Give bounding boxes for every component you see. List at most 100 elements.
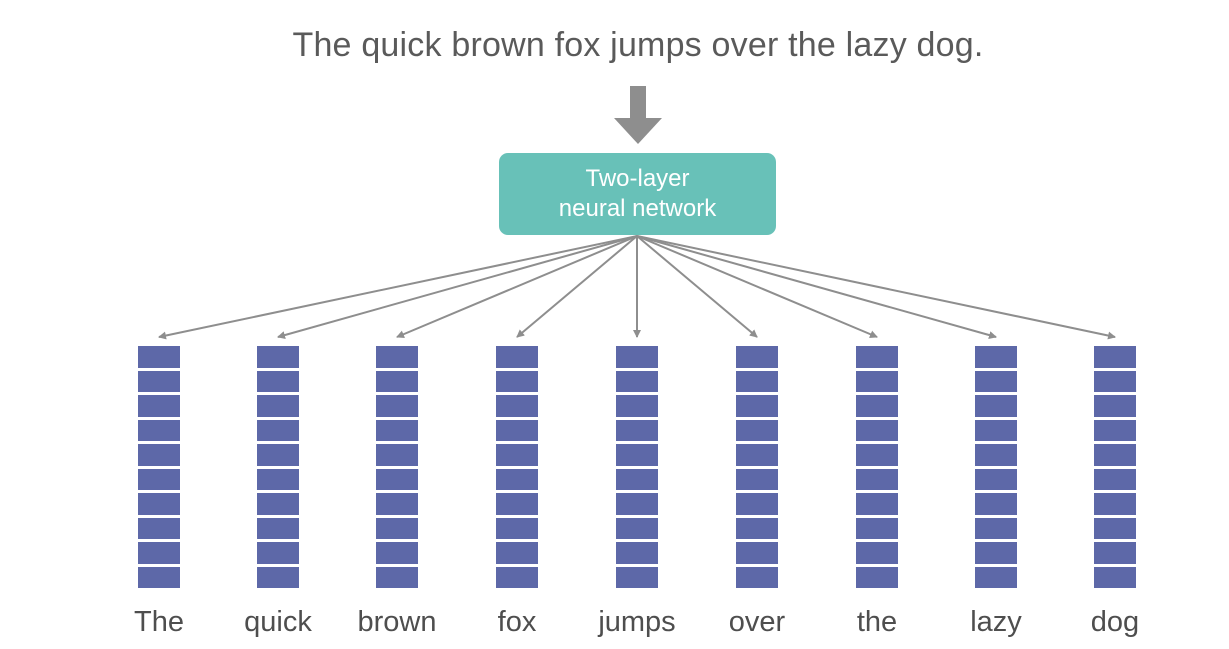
word-vector (138, 346, 180, 591)
vector-cell (496, 370, 538, 392)
vector-cell (376, 566, 418, 588)
vector-cell (975, 542, 1017, 564)
vector-cell (1094, 395, 1136, 417)
vector-cell (975, 566, 1017, 588)
word-vector (736, 346, 778, 591)
vector-cell (856, 444, 898, 466)
word-vector (975, 346, 1017, 591)
vector-cell (257, 444, 299, 466)
vector-cell (856, 517, 898, 539)
vector-cell (496, 542, 538, 564)
vector-cell (975, 468, 1017, 490)
connector-arrow-1 (277, 235, 638, 339)
vector-cell (736, 395, 778, 417)
vector-cell (616, 346, 658, 368)
vector-cell (496, 566, 538, 588)
vector-cell (138, 517, 180, 539)
vector-cell (257, 395, 299, 417)
vector-cell (736, 468, 778, 490)
vector-cell (496, 419, 538, 441)
vector-cell (736, 370, 778, 392)
word-label: over (728, 606, 786, 638)
vector-cell (616, 468, 658, 490)
vector-cell (975, 370, 1017, 392)
vector-cell (856, 395, 898, 417)
vector-cell (975, 395, 1017, 417)
connector-arrow-8 (636, 235, 1116, 340)
vector-cell (616, 370, 658, 392)
vector-cell (616, 419, 658, 441)
vector-cell (138, 395, 180, 417)
vector-cell (856, 542, 898, 564)
vector-cell (856, 468, 898, 490)
vector-cell (257, 493, 299, 515)
vector-cell (616, 493, 658, 515)
vector-cell (1094, 370, 1136, 392)
vector-cell (376, 542, 418, 564)
vector-cell (138, 370, 180, 392)
vector-cell (496, 346, 538, 368)
vector-cell (376, 493, 418, 515)
vector-cell (376, 395, 418, 417)
connector-arrow-7 (636, 235, 997, 339)
vector-cell (138, 493, 180, 515)
vector-cell (736, 493, 778, 515)
vector-cell (1094, 542, 1136, 564)
vector-cell (496, 395, 538, 417)
vector-cell (1094, 419, 1136, 441)
vector-cell (1094, 346, 1136, 368)
vector-cell (1094, 566, 1136, 588)
vector-cell (376, 346, 418, 368)
vector-cell (138, 346, 180, 368)
connector-arrow-6 (636, 235, 878, 338)
connector-arrow-2 (396, 235, 638, 338)
vector-cell (138, 468, 180, 490)
word-label: jumps (598, 606, 676, 638)
vector-cell (376, 517, 418, 539)
vector-cell (1094, 468, 1136, 490)
vector-cell (257, 566, 299, 588)
vector-cell (376, 444, 418, 466)
vector-cell (257, 370, 299, 392)
vector-cell (856, 419, 898, 441)
vector-cell (616, 517, 658, 539)
word-vector (376, 346, 418, 591)
vector-cell (736, 566, 778, 588)
vector-cell (496, 493, 538, 515)
vector-cell (1094, 444, 1136, 466)
vector-cell (975, 493, 1017, 515)
vector-cell (975, 517, 1017, 539)
vector-cell (856, 566, 898, 588)
vector-cell (496, 468, 538, 490)
vector-cell (856, 493, 898, 515)
word-vector (856, 346, 898, 591)
connector-arrow-3 (516, 235, 638, 338)
vector-cell (856, 370, 898, 392)
word-vector (257, 346, 299, 591)
vector-cell (496, 444, 538, 466)
vector-cell (138, 566, 180, 588)
connector-arrow-0 (158, 235, 638, 340)
vector-cell (856, 346, 898, 368)
connector-arrows (158, 235, 1116, 340)
vector-cell (376, 468, 418, 490)
vector-cell (616, 542, 658, 564)
vector-cell (975, 419, 1017, 441)
vector-cell (496, 517, 538, 539)
vector-cell (257, 517, 299, 539)
vector-cell (1094, 517, 1136, 539)
vector-cell (138, 419, 180, 441)
vector-cell (616, 395, 658, 417)
word-vector (1094, 346, 1136, 591)
vector-cell (736, 419, 778, 441)
vector-cell (616, 566, 658, 588)
vector-cell (257, 542, 299, 564)
vector-cell (1094, 493, 1136, 515)
vector-cell (257, 346, 299, 368)
vector-cell (138, 542, 180, 564)
vector-cell (257, 468, 299, 490)
vector-cell (376, 419, 418, 441)
vector-cell (257, 419, 299, 441)
word-vector (616, 346, 658, 591)
connector-arrow-5 (636, 235, 758, 338)
